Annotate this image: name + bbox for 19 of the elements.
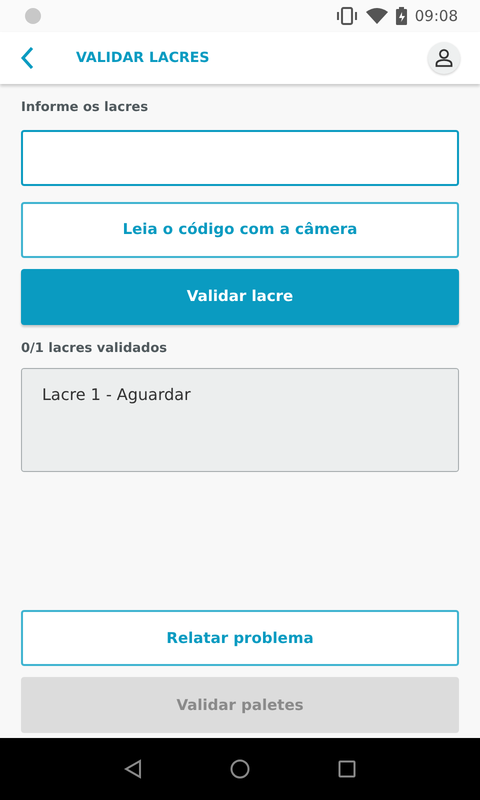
field-label: Informe os lacres — [21, 99, 150, 117]
back-icon[interactable] — [20, 46, 34, 70]
outline-button[interactable]: Relatar problema — [21, 610, 459, 666]
back-nav-icon[interactable] — [124, 759, 142, 779]
primary-button[interactable]: Validar lacre — [21, 268, 459, 324]
outline-button[interactable]: Leia o código com a câmera — [21, 202, 459, 258]
wifi-icon — [366, 8, 388, 24]
status-time: 09:08 — [414, 6, 458, 27]
vibrate-icon — [336, 7, 358, 25]
notification-dot-icon — [25, 8, 41, 24]
seal-item: Lacre 1 - Aguardar — [42, 384, 192, 406]
progress-text: 0/1 lacres validados — [21, 340, 168, 358]
person-icon — [435, 49, 453, 67]
page-title: VALIDAR LACRES — [76, 48, 210, 68]
profile-button[interactable] — [428, 42, 460, 74]
seal-input-field[interactable] — [21, 130, 459, 186]
home-nav-icon[interactable] — [230, 759, 250, 779]
recents-nav-icon[interactable] — [338, 760, 356, 778]
battery-icon — [396, 7, 407, 25]
